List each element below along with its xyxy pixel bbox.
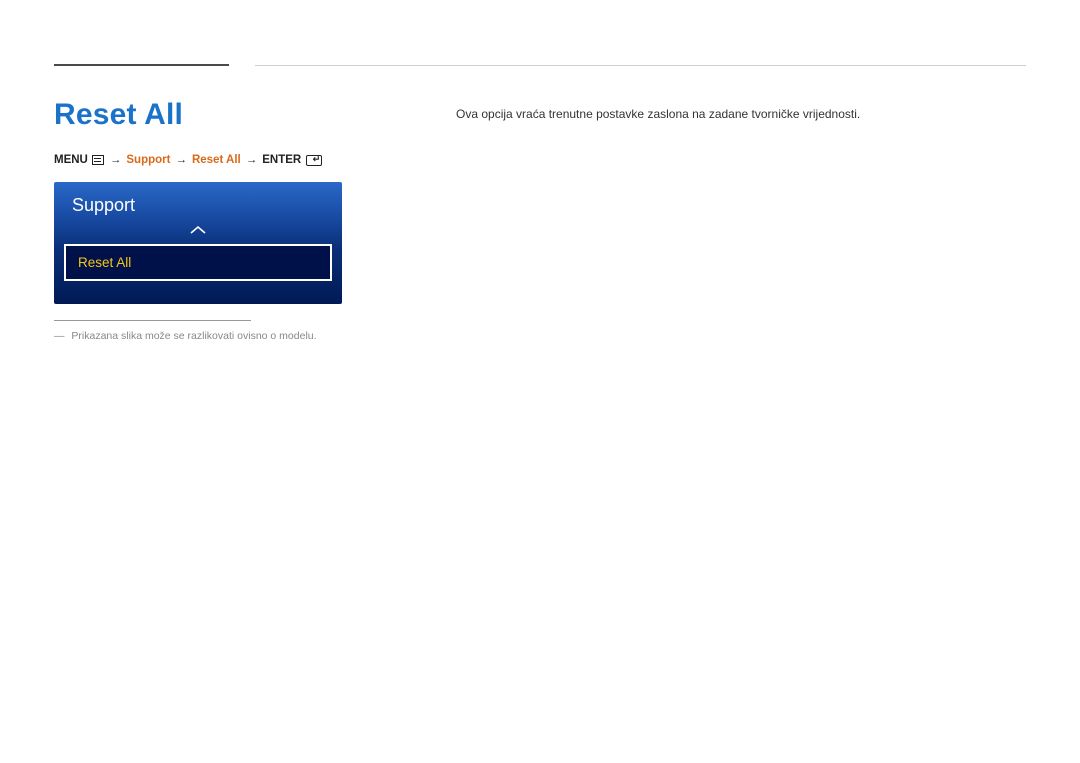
footnote-dash: ― — [54, 330, 65, 342]
breadcrumb-enter-label: ENTER — [262, 154, 301, 166]
arrow-icon: → — [110, 154, 122, 166]
header-divider — [255, 65, 1026, 66]
page-title: Reset All — [54, 98, 183, 132]
osd-panel: Support Reset All — [54, 182, 342, 304]
breadcrumb: MENU → Support → Reset All → ENTER — [54, 154, 322, 166]
footnote-text: Prikazana slika može se razlikovati ovis… — [71, 330, 316, 342]
breadcrumb-path-support: Support — [126, 154, 170, 166]
footnote-divider — [54, 320, 251, 321]
arrow-icon: → — [175, 154, 187, 166]
chevron-up-icon[interactable] — [54, 222, 342, 240]
breadcrumb-menu-label: MENU — [54, 154, 88, 166]
description-text: Ova opcija vraća trenutne postavke zaslo… — [456, 107, 860, 121]
breadcrumb-path-resetall: Reset All — [192, 154, 241, 166]
header-accent-bar — [54, 64, 229, 66]
osd-header: Support — [54, 182, 342, 224]
enter-icon — [306, 155, 322, 166]
menu-icon — [92, 155, 104, 165]
osd-item-reset-all[interactable]: Reset All — [64, 244, 332, 281]
footnote: ― Prikazana slika može se razlikovati ov… — [54, 330, 317, 342]
arrow-icon: → — [246, 154, 258, 166]
